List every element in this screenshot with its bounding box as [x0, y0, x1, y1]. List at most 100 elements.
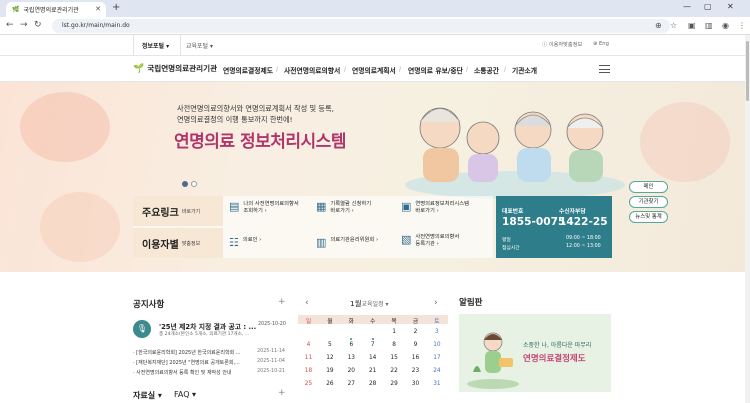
menu-about[interactable]: 기관소개	[512, 65, 537, 75]
menu-care-plan[interactable]: 연명의료계획서	[352, 65, 396, 75]
calendar-day[interactable]: 13	[341, 355, 362, 361]
bookmark-star-icon[interactable]: ☆	[670, 21, 677, 30]
back-icon[interactable]: ←	[6, 20, 14, 30]
calendar-day[interactable]: 31	[426, 381, 447, 387]
calendar-day[interactable]: 10	[426, 342, 447, 348]
calendar-day[interactable]: 22	[384, 368, 405, 374]
calendar-day[interactable]: 3	[426, 329, 447, 335]
tab-jaryo[interactable]: 자료실 ▾	[133, 390, 162, 401]
forward-icon[interactable]: →	[20, 20, 28, 30]
slide-dot-active[interactable]	[182, 181, 188, 187]
link-my-directive[interactable]: ▤ 나의 사전연명의료의향서 조회하기 ›	[229, 201, 299, 215]
notice-item[interactable]: · [재단복지재단] 2025년 "연명의료 공개토론회,... 2025-11-…	[133, 359, 288, 366]
calendar-day[interactable]: 24	[426, 368, 447, 374]
calendar-day[interactable]: 21	[362, 368, 383, 374]
alim-title: 알림판	[459, 298, 483, 308]
notice-item[interactable]: · [한국의료윤리학회] 2025년 한국의료윤리학회 ... 2025-11-1…	[133, 349, 288, 356]
logo-text: 국립연명의료관리기관	[147, 64, 218, 73]
calendar-day[interactable]: 11	[298, 355, 319, 361]
alim-banner[interactable]: 소중한 나, 아름다운 마무리 연명의료결정제도	[459, 314, 611, 392]
reload-icon[interactable]: ↻	[34, 20, 42, 30]
calendar-day[interactable]: 4	[298, 342, 319, 348]
calendar-day[interactable]: 7	[362, 342, 383, 348]
link-info-system[interactable]: ▣ 연명의료정보처리시스템 바로가기 ›	[401, 201, 469, 215]
url-field[interactable]: lst.go.kr/main/main.do	[52, 19, 670, 33]
calendar-day[interactable]: 1	[384, 329, 405, 335]
menu-withhold[interactable]: 연명의료 유보/중단	[408, 65, 463, 75]
building-icon: ▥	[316, 236, 327, 249]
calendar-day[interactable]: 9	[405, 342, 426, 348]
hamburger-menu-icon[interactable]	[599, 65, 610, 73]
calendar-day[interactable]: 29	[384, 381, 405, 387]
calendar-day[interactable]: 8	[384, 342, 405, 348]
sidepanel-icon[interactable]: ▥	[705, 21, 713, 30]
lunch-hours: 12:00 ~ 13:00	[566, 244, 601, 249]
link-ethics-committee[interactable]: ▥ 의료기관윤리위원회 ›	[316, 237, 378, 248]
extensions-icon[interactable]: ▣	[688, 21, 696, 30]
english-label: Eng	[599, 41, 609, 47]
calendar-day[interactable]: 12	[319, 355, 340, 361]
friendly-info-label: 이용자맞춤정보	[548, 42, 583, 48]
calendar-day[interactable]: 14	[362, 355, 383, 361]
notice-more-icon[interactable]: +	[278, 297, 286, 307]
next-month-button[interactable]: ›	[434, 298, 438, 308]
hero-subtitle-2: 연명의료결정의 이행 통보까지 한번에!	[177, 115, 293, 124]
calendar-day[interactable]: 6	[341, 342, 362, 348]
calendar-day[interactable]: 2	[405, 329, 426, 335]
weekday-6: 토	[434, 319, 440, 325]
close-window-icon[interactable]: ✕	[727, 2, 734, 11]
notice-text: · 사전연명의료의향서 등록 확인 및 재작성 안내	[133, 370, 232, 376]
prev-month-button[interactable]: ‹	[305, 298, 309, 308]
link-record-request[interactable]: ▦ 기록열람 신청하기 바로가기 ›	[316, 201, 371, 215]
profile-icon[interactable]: ◉	[722, 21, 729, 30]
calendar-day[interactable]: 18	[298, 368, 319, 374]
news-stats-button[interactable]: 뉴스및 통계	[629, 211, 668, 223]
close-tab-icon[interactable]: ✕	[95, 5, 101, 13]
calendar-day[interactable]: 5	[319, 342, 340, 348]
user-links-row: 이용자별 맞춤정보 ☷ 의료인 › ▥ 의료기관윤리위원회 › ▧ 사전연명의료…	[133, 228, 493, 258]
calendar-day[interactable]: 19	[319, 368, 340, 374]
link-medical-staff[interactable]: ☷ 의료인 ›	[229, 237, 261, 248]
alim-headline: 연명의료결정제도	[523, 354, 586, 364]
address-bar: ← → ↻ lst.go.kr/main/main.do ⊕ ☆ ▣ ▥ ◉ ⋮	[0, 17, 750, 35]
decorative-flower	[640, 102, 730, 182]
bottom-more-icon[interactable]: +	[278, 388, 286, 398]
main-button[interactable]: 메인	[629, 181, 668, 193]
menu-advance-directive[interactable]: 사전연명의료의향서	[284, 65, 340, 75]
record-icon: ▦	[316, 200, 327, 213]
browser-tab[interactable]: 🌿 국립연명의료관리기관 ✕	[6, 2, 106, 17]
weekday-0: 일	[305, 319, 312, 325]
site-logo[interactable]: 🌱 국립연명의료관리기관	[133, 63, 217, 74]
friendly-info-link[interactable]: ⓘ 이용자맞춤정보	[542, 41, 582, 48]
calendar-month[interactable]: 1월교육일정 ▾	[350, 298, 389, 309]
link-registration-agency[interactable]: ▧ 사전연명의료의향서 등록기관 ›	[401, 234, 459, 248]
calendar-day[interactable]: 26	[319, 381, 340, 387]
scrollbar-thumb[interactable]	[746, 41, 749, 101]
menu-decision-system[interactable]: 연명의료결정제도	[223, 65, 273, 75]
notice-featured[interactable]: 🎙 '25년 제2차 지정 결과 공고 : ... 총 24개소(본인소 5개소…	[133, 318, 288, 342]
user-links-sub: 맞춤정보	[181, 240, 201, 247]
calendar-day[interactable]: 15	[384, 355, 405, 361]
minimize-icon[interactable]: —	[683, 2, 691, 11]
calendar-day[interactable]: 23	[405, 368, 426, 374]
menu-community[interactable]: 소통공간	[474, 65, 499, 75]
calendar-day[interactable]: 20	[341, 368, 362, 374]
calendar-day[interactable]: 28	[362, 381, 383, 387]
notice-item[interactable]: · 사전연명의료의향서 등록 확인 및 재작성 안내 2025-10-21	[133, 369, 288, 376]
info-portal-dropdown[interactable]: 정보포털 ▾	[142, 41, 169, 50]
edu-portal-dropdown[interactable]: 교육포털 ▾	[186, 41, 213, 50]
translate-icon[interactable]: ⊕	[655, 21, 662, 30]
maximize-icon[interactable]: ▢	[704, 2, 712, 11]
tab-faq[interactable]: FAQ ▾	[174, 390, 196, 399]
new-tab-button[interactable]: +	[112, 2, 120, 13]
calendar-day[interactable]: 30	[405, 381, 426, 387]
calendar-day[interactable]: 16	[405, 355, 426, 361]
english-link[interactable]: ⊕ Eng	[593, 41, 609, 47]
calendar-day[interactable]: 27	[341, 381, 362, 387]
calendar-day[interactable]: 17	[426, 355, 447, 361]
menu-icon[interactable]: ⋮	[738, 21, 746, 30]
find-institution-button[interactable]: 기관찾기	[629, 196, 668, 208]
slide-dot[interactable]	[191, 181, 197, 187]
calendar-day[interactable]: 25	[298, 381, 319, 387]
page-scrollbar[interactable]	[745, 35, 750, 403]
